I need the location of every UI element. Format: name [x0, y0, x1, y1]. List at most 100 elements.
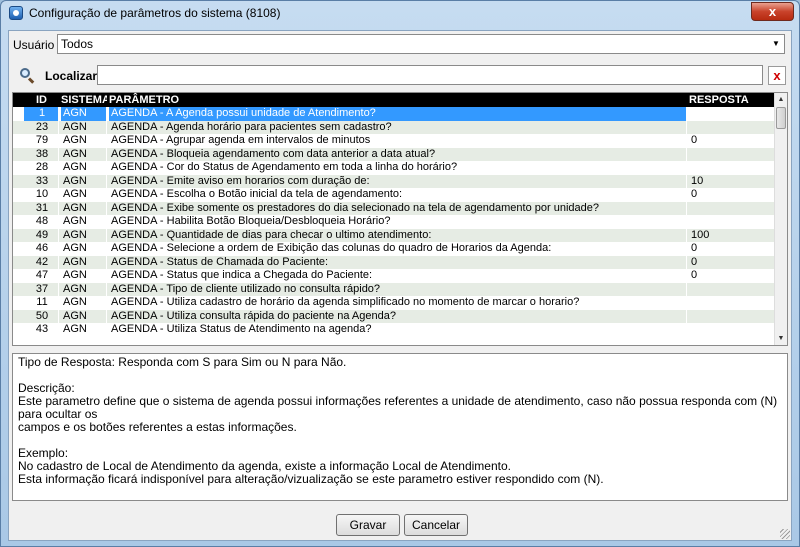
cell-parameter[interactable]: AGENDA - Utiliza Status de Atendimento n… — [109, 323, 687, 337]
search-input[interactable] — [97, 65, 763, 85]
cell-id[interactable]: 43 — [24, 323, 59, 337]
cell-id[interactable]: 1 — [24, 107, 59, 121]
cell-parameter[interactable]: AGENDA - Utiliza cadastro de horário da … — [109, 296, 687, 310]
parameters-grid[interactable]: ID SISTEMA PARÂMETRO RESPOSTA 1 AGN AGENDA… — [12, 92, 788, 346]
description-line: Tipo de Resposta: Responda com S para Si… — [18, 355, 347, 369]
cell-response[interactable]: 10 — [689, 174, 775, 188]
cell-id[interactable]: 50 — [24, 309, 59, 323]
cell-parameter[interactable]: AGENDA - Exibe somente os prestadores do… — [109, 201, 687, 215]
table-row[interactable]: 28 AGN AGENDA - Cor do Status de Agendamen… — [13, 161, 776, 175]
description-line: Este parametro define que o sistema de a… — [18, 394, 778, 421]
table-row[interactable]: 11 AGN AGENDA - Utiliza cadastro de horári… — [13, 296, 776, 310]
cell-system[interactable]: AGN — [61, 120, 107, 134]
search-icon — [19, 67, 35, 84]
clear-search-button[interactable]: x — [768, 66, 786, 85]
cell-response[interactable]: 0 — [689, 269, 775, 283]
cell-parameter[interactable]: AGENDA - Agrupar agenda em intervalos de… — [109, 134, 687, 148]
cell-response[interactable]: 0 — [689, 134, 775, 148]
cell-id[interactable]: 47 — [24, 269, 59, 283]
cell-parameter[interactable]: AGENDA - Selecione a ordem de Exibição d… — [109, 242, 687, 256]
cell-parameter[interactable]: AGENDA - Bloqueia agendamento com data a… — [109, 147, 687, 161]
table-row[interactable]: 38 AGN AGENDA - Bloqueia agendamento com d… — [13, 147, 776, 161]
column-header-system[interactable]: SISTEMA — [61, 93, 107, 107]
table-row[interactable]: 23 AGN AGENDA - Agenda horário para pacien… — [13, 120, 776, 134]
cell-parameter[interactable]: AGENDA - Cor do Status de Agendamento em… — [109, 161, 687, 175]
title-bar[interactable]: Configuração de parâmetros do sistema (8… — [1, 1, 799, 25]
cell-system[interactable]: AGN — [61, 296, 107, 310]
cell-id[interactable]: 49 — [24, 228, 59, 242]
cell-system[interactable]: AGN — [61, 269, 107, 283]
cell-parameter[interactable]: AGENDA - Escolha o Botão inicial da tela… — [109, 188, 687, 202]
cell-parameter[interactable]: AGENDA - Tipo de cliente utilizado no co… — [109, 282, 687, 296]
cell-id[interactable]: 28 — [24, 161, 59, 175]
scroll-up-icon[interactable]: ▲ — [775, 93, 787, 106]
table-row[interactable]: 1 AGN AGENDA - A Agenda possui unidade de … — [13, 107, 776, 121]
cell-parameter[interactable]: AGENDA - Agenda horário para pacientes s… — [109, 120, 687, 134]
scroll-down-icon[interactable]: ▼ — [775, 332, 787, 345]
table-row[interactable]: 43 AGN AGENDA - Utiliza Status de Atendime… — [13, 323, 776, 337]
cell-system[interactable]: AGN — [61, 242, 107, 256]
cell-system[interactable]: AGN — [61, 174, 107, 188]
cell-id[interactable]: 23 — [24, 120, 59, 134]
cell-system[interactable]: AGN — [61, 309, 107, 323]
parameter-description: Tipo de Resposta: Responda com S para Si… — [12, 353, 788, 501]
cell-id[interactable]: 10 — [24, 188, 59, 202]
column-header-parameter[interactable]: PARÂMETRO — [109, 93, 687, 107]
cell-system[interactable]: AGN — [61, 107, 107, 121]
search-label: Localizar — [45, 69, 98, 83]
table-row[interactable]: 50 AGN AGENDA - Utiliza consulta rápida do… — [13, 309, 776, 323]
cell-system[interactable]: AGN — [61, 188, 107, 202]
table-row[interactable]: 37 AGN AGENDA - Tipo de cliente utilizado … — [13, 282, 776, 296]
table-row[interactable]: 47 AGN AGENDA - Status que indica a Chegad… — [13, 269, 776, 283]
close-button[interactable]: x — [751, 2, 794, 21]
cell-parameter[interactable]: AGENDA - Habilita Botão Bloqueia/Desbloq… — [109, 215, 687, 229]
resize-grip[interactable] — [780, 529, 790, 539]
cell-parameter[interactable]: AGENDA - Utiliza consulta rápida do paci… — [109, 309, 687, 323]
cell-system[interactable]: AGN — [61, 323, 107, 337]
save-button[interactable]: Gravar — [336, 514, 400, 536]
table-row[interactable]: 49 AGN AGENDA - Quantidade de dias para ch… — [13, 228, 776, 242]
table-row[interactable]: 48 AGN AGENDA - Habilita Botão Bloqueia/De… — [13, 215, 776, 229]
chevron-down-icon[interactable]: ▼ — [768, 35, 784, 53]
cell-id[interactable]: 37 — [24, 282, 59, 296]
cell-system[interactable]: AGN — [61, 134, 107, 148]
window-title: Configuração de parâmetros do sistema (8… — [29, 6, 281, 20]
cell-system[interactable]: AGN — [61, 215, 107, 229]
cell-system[interactable]: AGN — [61, 282, 107, 296]
cell-id[interactable]: 79 — [24, 134, 59, 148]
cell-parameter[interactable]: AGENDA - Status de Chamada do Paciente: — [109, 255, 687, 269]
cell-parameter[interactable]: AGENDA - Quantidade de dias para checar … — [109, 228, 687, 242]
cell-parameter[interactable]: AGENDA - A Agenda possui unidade de Aten… — [109, 107, 687, 121]
table-row[interactable]: 46 AGN AGENDA - Selecione a ordem de Exibi… — [13, 242, 776, 256]
cell-id[interactable]: 31 — [24, 201, 59, 215]
column-header-response[interactable]: RESPOSTA — [689, 93, 775, 107]
cell-id[interactable]: 11 — [24, 296, 59, 310]
cell-parameter[interactable]: AGENDA - Status que indica a Chegada do … — [109, 269, 687, 283]
cell-system[interactable]: AGN — [61, 147, 107, 161]
cell-id[interactable]: 48 — [24, 215, 59, 229]
cell-id[interactable]: 38 — [24, 147, 59, 161]
cell-response[interactable]: 0 — [689, 255, 775, 269]
cell-parameter[interactable]: AGENDA - Emite aviso em horarios com dur… — [109, 174, 687, 188]
scroll-thumb[interactable] — [776, 107, 786, 129]
cell-id[interactable]: 42 — [24, 255, 59, 269]
cancel-button[interactable]: Cancelar — [404, 514, 468, 536]
table-row[interactable]: 33 AGN AGENDA - Emite aviso em horarios co… — [13, 174, 776, 188]
cell-response[interactable]: 100 — [689, 228, 775, 242]
vertical-scrollbar[interactable]: ▲ ▼ — [774, 93, 787, 345]
table-row[interactable]: 79 AGN AGENDA - Agrupar agenda em interval… — [13, 134, 776, 148]
table-row[interactable]: 31 AGN AGENDA - Exibe somente os prestador… — [13, 201, 776, 215]
cell-id[interactable]: 46 — [24, 242, 59, 256]
column-header-id[interactable]: ID — [24, 93, 59, 107]
table-row[interactable]: 42 AGN AGENDA - Status de Chamada do Pacie… — [13, 255, 776, 269]
description-line — [18, 369, 782, 382]
cell-id[interactable]: 33 — [24, 174, 59, 188]
cell-system[interactable]: AGN — [61, 201, 107, 215]
cell-system[interactable]: AGN — [61, 161, 107, 175]
cell-system[interactable]: AGN — [61, 255, 107, 269]
table-row[interactable]: 10 AGN AGENDA - Escolha o Botão inicial da… — [13, 188, 776, 202]
cell-system[interactable]: AGN — [61, 228, 107, 242]
user-select[interactable]: Todos ▼ — [57, 34, 785, 54]
cell-response[interactable]: 0 — [689, 188, 775, 202]
cell-response[interactable]: 0 — [689, 242, 775, 256]
